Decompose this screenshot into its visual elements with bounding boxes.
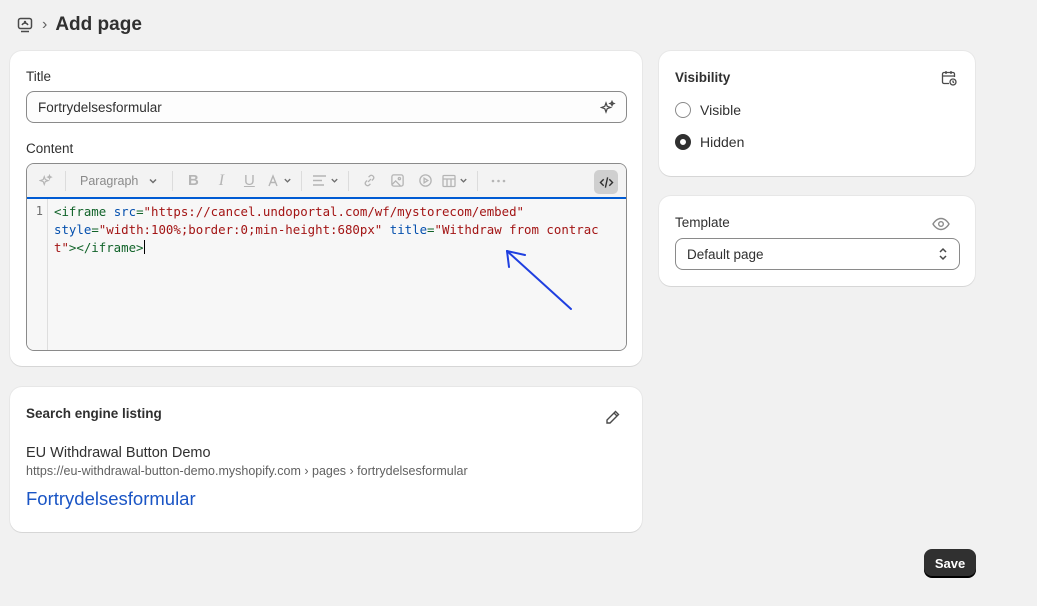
seo-url: https://eu-withdrawal-button-demo.myshop… (26, 464, 468, 478)
edit-icon[interactable] (605, 409, 621, 425)
calendar-clock-icon[interactable] (941, 70, 959, 88)
page-header: › Add page (16, 12, 142, 38)
image-icon[interactable] (383, 169, 411, 193)
table-icon[interactable] (439, 169, 471, 193)
save-button[interactable]: Save (924, 549, 976, 577)
annotation-arrow (506, 250, 572, 310)
code-src-value: "https://cancel.undoportal.com/wf/mystor… (143, 204, 524, 219)
toolbar-divider (65, 170, 66, 191)
ai-sparkle-icon[interactable] (599, 99, 616, 116)
chevron-down-icon (149, 178, 157, 184)
text-caret (143, 240, 145, 254)
link-icon[interactable] (355, 169, 383, 193)
seo-page-title[interactable]: Fortrydelsesformular (26, 488, 196, 510)
hidden-radio[interactable] (675, 134, 691, 150)
select-chevron-icon (939, 247, 947, 261)
visibility-title: Visibility (675, 70, 731, 85)
visibility-option-hidden[interactable]: Hidden (675, 134, 744, 150)
template-select[interactable]: Default page (675, 238, 960, 270)
eye-icon[interactable] (932, 217, 950, 233)
code-tag-close: ></iframe> (68, 240, 144, 255)
line-number: 1 (27, 199, 48, 350)
page-title: Add page (55, 14, 142, 35)
search-engine-listing-card: Search engine listing EU Withdrawal Butt… (10, 387, 642, 532)
code-tag-open: <iframe (54, 204, 107, 219)
toolbar-divider (172, 170, 174, 191)
text-color-icon[interactable] (263, 169, 295, 193)
ai-sparkle-icon[interactable] (33, 169, 59, 193)
visible-label: Visible (700, 102, 741, 118)
bold-icon[interactable]: B (179, 169, 207, 193)
visibility-option-visible[interactable]: Visible (675, 102, 741, 118)
hidden-label: Hidden (700, 134, 745, 150)
title-input-value: Fortrydelsesformular (38, 99, 162, 115)
content-label: Content (26, 141, 74, 156)
toolbar-divider (477, 170, 479, 191)
page-content-card: Title Fortrydelsesformular Content Parag… (10, 51, 642, 366)
breadcrumb-separator: › (42, 16, 48, 33)
toolbar-divider (348, 170, 350, 191)
code-attr-src: src (113, 204, 137, 219)
template-selected-value: Default page (687, 246, 764, 262)
template-label: Template (675, 215, 730, 230)
editor-toolbar: Paragraph B I U (27, 164, 626, 199)
code-attr-style: style (54, 222, 92, 237)
more-icon[interactable] (484, 169, 512, 193)
visibility-card: Visibility Visible Hidden (659, 51, 975, 176)
code-attr-title: title (389, 222, 428, 237)
italic-icon[interactable]: I (207, 169, 235, 193)
underline-icon[interactable]: U (235, 169, 263, 193)
seo-store-name: EU Withdrawal Button Demo (26, 445, 211, 461)
code-style-value: "width:100%;border:0;min-height:680px" (98, 222, 383, 237)
toolbar-divider (301, 170, 303, 191)
align-icon[interactable] (308, 169, 342, 193)
pages-icon[interactable] (16, 16, 34, 34)
visible-radio[interactable] (675, 102, 691, 118)
title-label: Title (26, 69, 52, 84)
video-icon[interactable] (411, 169, 439, 193)
template-card: Template Default page (659, 196, 975, 286)
paragraph-label: Paragraph (80, 173, 139, 188)
seo-card-title: Search engine listing (26, 406, 162, 421)
code-icon[interactable] (594, 170, 618, 194)
title-input[interactable]: Fortrydelsesformular (26, 91, 627, 123)
paragraph-format-select[interactable]: Paragraph (72, 169, 166, 193)
